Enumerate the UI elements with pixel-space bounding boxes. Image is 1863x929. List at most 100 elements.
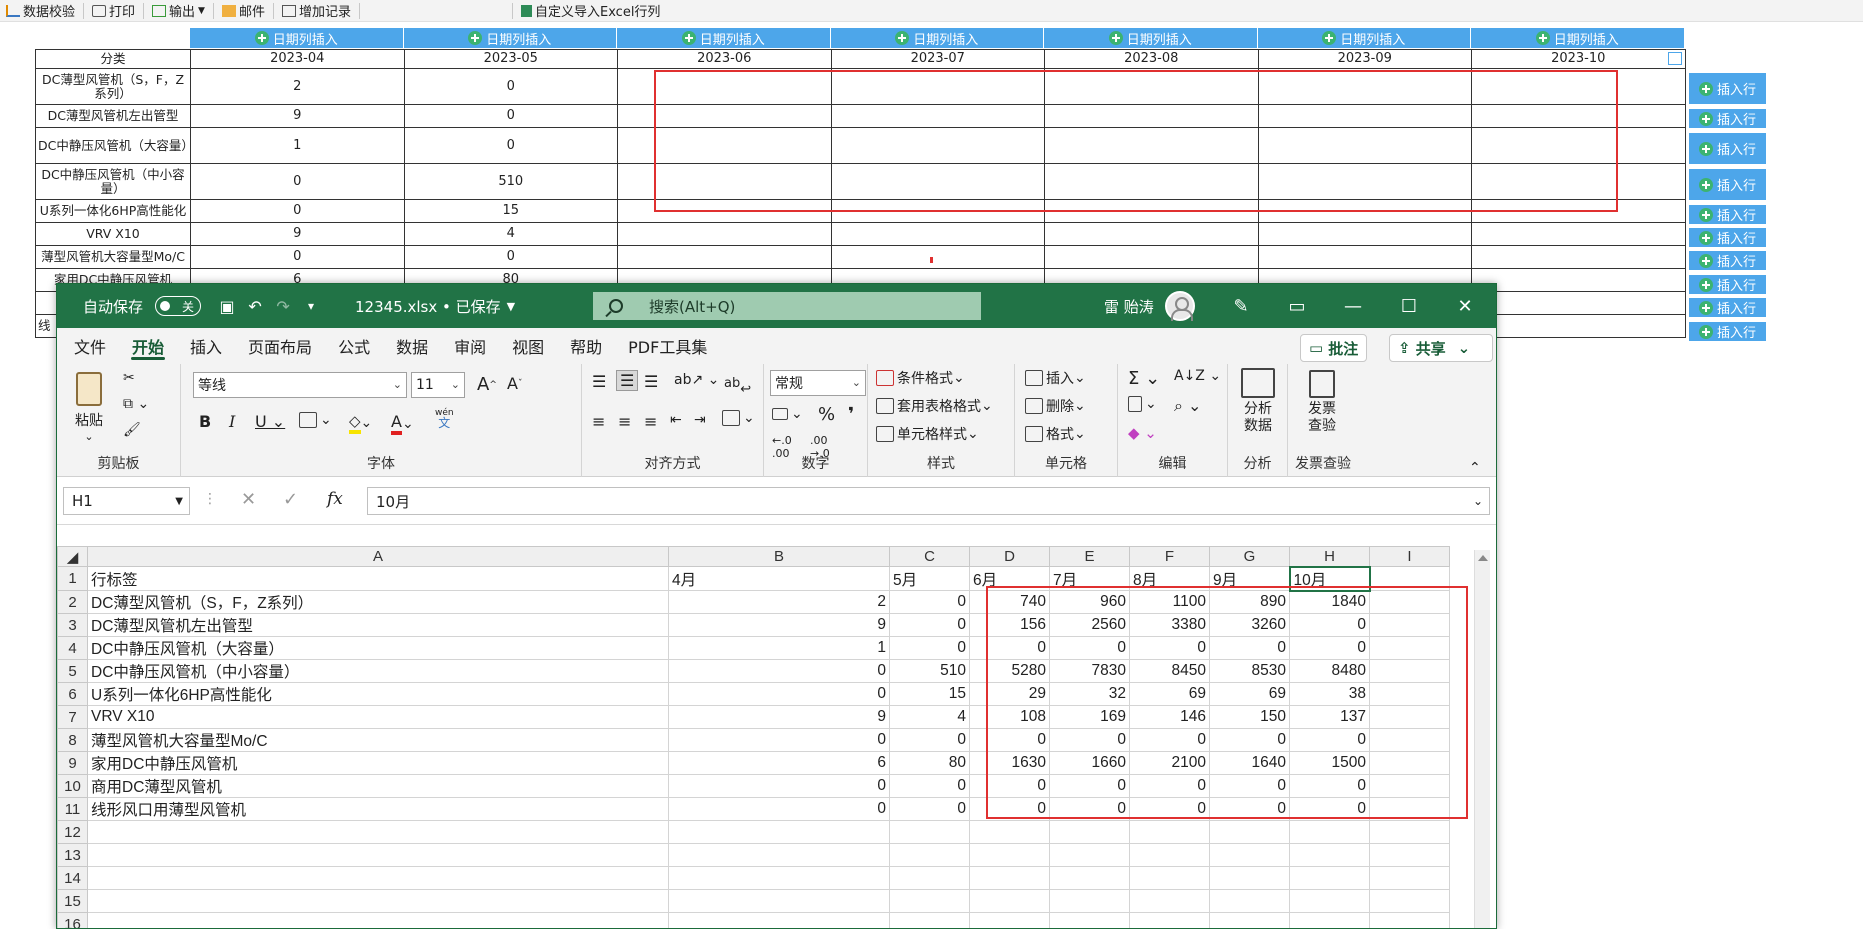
month-header[interactable]: 2023-04 [190, 49, 405, 69]
invoice-check-button[interactable]: 发票 查验 [1298, 368, 1346, 435]
column-header[interactable]: B [668, 546, 890, 567]
column-header[interactable]: H [1289, 546, 1370, 567]
insert-row-button[interactable]: 插入行 [1689, 322, 1766, 341]
redo-icon[interactable]: ↷ [269, 292, 297, 320]
month-header[interactable]: 2023-07 [830, 49, 1045, 69]
print-button[interactable]: 打印 [86, 0, 141, 22]
wrap-text-icon[interactable]: ab ↩ [724, 372, 751, 396]
cancel-icon[interactable]: ✕ [241, 489, 256, 510]
comments-button[interactable]: ▭ 批注 [1300, 334, 1368, 362]
mail-button[interactable]: 邮件 [216, 0, 271, 22]
tab-page-layout[interactable]: 页面布局 [235, 328, 325, 364]
align-center-icon[interactable]: ≡ [618, 412, 631, 431]
merge-center-icon[interactable]: ⌄ [722, 410, 755, 426]
avatar[interactable] [1165, 291, 1195, 321]
column-header[interactable]: I [1369, 546, 1450, 567]
border-icon[interactable]: ⌄ [299, 412, 332, 428]
tab-review[interactable]: 审阅 [441, 328, 499, 364]
date-insert-button[interactable]: 日期列插入 [1257, 28, 1471, 48]
insert-cells-button[interactable]: 插入 ⌄ [1025, 368, 1086, 388]
date-insert-button[interactable]: 日期列插入 [617, 28, 831, 48]
enter-icon[interactable]: ✓ [283, 489, 298, 510]
format-painter-icon[interactable]: 🖌 [123, 422, 141, 438]
user-name[interactable]: 雷 贻涛 [1104, 296, 1154, 317]
tab-view[interactable]: 视图 [499, 328, 557, 364]
column-header[interactable]: D [969, 546, 1050, 567]
vertical-scrollbar[interactable] [1474, 550, 1490, 928]
month-header[interactable]: 2023-09 [1257, 49, 1472, 69]
tab-file[interactable]: 文件 [61, 328, 119, 364]
insert-row-button[interactable]: 插入行 [1689, 251, 1766, 270]
font-size-select[interactable]: 11 ⌄ [411, 372, 465, 398]
insert-row-button[interactable]: 插入行 [1689, 109, 1766, 128]
clear-icon[interactable]: ◆ ⌄ [1128, 424, 1157, 442]
name-box[interactable]: H1 ▼ [63, 487, 190, 515]
column-header[interactable]: G [1209, 546, 1290, 567]
maximize-icon[interactable]: ☐ [1381, 284, 1437, 328]
calendar-icon[interactable] [1667, 52, 1682, 65]
insert-row-button[interactable]: 插入行 [1689, 205, 1766, 224]
column-header[interactable]: F [1129, 546, 1210, 567]
insert-row-button[interactable]: 插入行 [1689, 169, 1766, 200]
row-header[interactable]: 1 [57, 566, 88, 591]
column-header[interactable]: C [889, 546, 970, 567]
increase-indent-icon[interactable]: ⇥ [694, 412, 706, 428]
ribbon-display-icon[interactable]: ▭ [1269, 284, 1325, 328]
import-excel-button[interactable]: 自定义导入Excel行列 [515, 0, 666, 22]
insert-row-button[interactable]: 插入行 [1689, 73, 1766, 104]
tab-pdf-tools[interactable]: PDF工具集 [615, 328, 720, 364]
underline-icon[interactable]: U ⌄ [255, 412, 285, 431]
copy-icon[interactable]: ⧉ ⌄ [123, 396, 149, 412]
sort-filter-icon[interactable]: A↓Z ⌄ [1174, 368, 1221, 384]
orientation-icon[interactable]: ab↗ ⌄ [674, 372, 719, 388]
customize-qat-icon[interactable]: ▾ [297, 292, 325, 320]
validate-button[interactable]: 数据校验 [0, 0, 81, 22]
minimize-icon[interactable]: — [1325, 284, 1381, 328]
fill-icon[interactable]: ⌄ [1128, 396, 1157, 412]
number-format-select[interactable]: 常规 ⌄ [770, 370, 866, 396]
align-top-icon[interactable]: ☰ [592, 372, 606, 391]
autosum-icon[interactable]: Σ ⌄ [1128, 368, 1160, 389]
fill-color-icon[interactable]: ◇ ⌄ [349, 412, 372, 434]
column-header[interactable]: E [1049, 546, 1130, 567]
select-all-corner[interactable]: ◢ [57, 546, 88, 567]
tab-data[interactable]: 数据 [383, 328, 441, 364]
collapse-ribbon-icon[interactable]: ⌃ [1469, 460, 1481, 476]
align-left-icon[interactable]: ≡ [592, 412, 605, 431]
decrease-font-icon[interactable]: Aˇ [507, 374, 522, 393]
date-insert-button[interactable]: 日期列插入 [1044, 28, 1258, 48]
insert-row-button[interactable]: 插入行 [1689, 275, 1766, 294]
save-icon[interactable]: ▣ [213, 292, 241, 320]
align-middle-icon[interactable]: ☰ [616, 370, 639, 391]
date-insert-button[interactable]: 日期列插入 [403, 28, 617, 48]
paste-button[interactable]: 粘贴 ⌄ [69, 370, 109, 443]
font-color-icon[interactable]: A ⌄ [391, 412, 414, 435]
month-header[interactable]: 2023-08 [1044, 49, 1259, 69]
month-header[interactable]: 2023-06 [617, 49, 832, 69]
italic-icon[interactable]: I [229, 412, 235, 431]
phonetic-icon[interactable]: wén 文 [435, 408, 454, 429]
add-record-button[interactable]: 增加记录 [276, 0, 357, 22]
insert-row-button[interactable]: 插入行 [1689, 228, 1766, 247]
align-bottom-icon[interactable]: ☰ [644, 372, 658, 391]
date-insert-button[interactable]: 日期列插入 [190, 28, 404, 48]
cell[interactable]: 4月 [668, 566, 890, 591]
column-header[interactable]: A [87, 546, 669, 567]
cell-styles-button[interactable]: 单元格样式 ⌄ [876, 424, 979, 444]
export-button[interactable]: 输出 ▼ [146, 0, 211, 22]
tab-help[interactable]: 帮助 [557, 328, 615, 364]
date-insert-button[interactable]: 日期列插入 [830, 28, 1044, 48]
accounting-format-icon[interactable]: ⌄ [772, 406, 803, 422]
date-insert-button[interactable]: 日期列插入 [1471, 28, 1685, 48]
increase-font-icon[interactable]: A ^ [477, 374, 497, 395]
file-title[interactable]: 12345.xlsx • 已保存 [355, 296, 501, 317]
autosave-toggle[interactable]: 关 [155, 296, 202, 316]
decrease-indent-icon[interactable]: ⇤ [670, 412, 682, 428]
delete-cells-button[interactable]: 删除 ⌄ [1025, 396, 1086, 416]
format-cells-button[interactable]: 格式 ⌄ [1025, 424, 1086, 444]
tab-formulas[interactable]: 公式 [325, 328, 383, 364]
tab-insert[interactable]: 插入 [177, 328, 235, 364]
find-select-icon[interactable]: ⌕ ⌄ [1174, 396, 1201, 416]
conditional-format-button[interactable]: 条件格式 ⌄ [876, 368, 965, 388]
bold-icon[interactable]: B [199, 412, 211, 431]
